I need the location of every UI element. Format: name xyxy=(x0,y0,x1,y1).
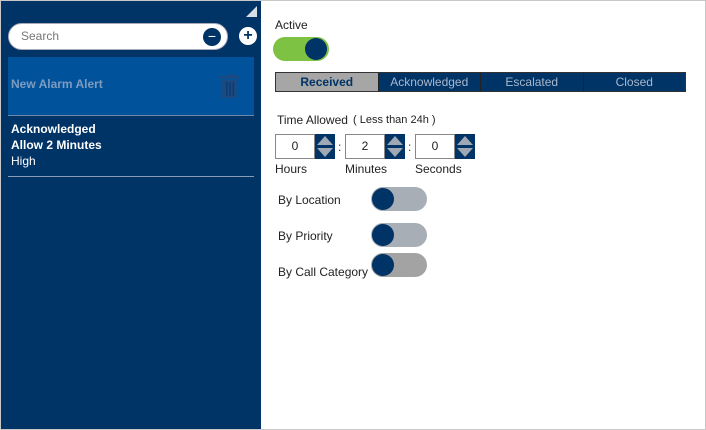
alarm-details: Acknowledged Allow 2 Minutes High xyxy=(11,121,102,169)
alarm-list-item[interactable]: New Alarm Alert xyxy=(8,57,254,116)
minutes-input[interactable]: 2 xyxy=(345,134,385,159)
seconds-input[interactable]: 0 xyxy=(415,134,455,159)
tab-acknowledged[interactable]: Acknowledged xyxy=(377,73,480,91)
remove-icon[interactable]: − xyxy=(203,28,221,46)
by-call-category-label: By Call Category xyxy=(278,265,369,279)
colon: : xyxy=(408,140,412,154)
active-label: Active xyxy=(275,18,308,32)
alarm-title: New Alarm Alert xyxy=(11,77,103,91)
hours-spinner[interactable] xyxy=(315,134,335,159)
up-arrow-icon[interactable] xyxy=(317,136,333,145)
alarm-priority: High xyxy=(11,154,36,168)
by-priority-toggle[interactable] xyxy=(371,223,427,247)
seconds-spinner[interactable] xyxy=(455,134,475,159)
colon: : xyxy=(338,140,342,154)
sidebar: − + New Alarm Alert Acknowledged Allow 2… xyxy=(1,1,261,429)
by-location-toggle[interactable] xyxy=(371,187,427,211)
add-icon[interactable]: + xyxy=(239,27,257,45)
minutes-spinner[interactable] xyxy=(385,134,405,159)
trash-icon[interactable] xyxy=(220,74,240,98)
tab-bar: Received Acknowledged Escalated Closed xyxy=(275,72,686,92)
tab-received[interactable]: Received xyxy=(276,73,378,91)
by-call-category-toggle[interactable] xyxy=(371,253,427,277)
search-box: − xyxy=(8,23,228,50)
time-allowed-label: Time Allowed xyxy=(277,113,348,127)
tab-escalated[interactable]: Escalated xyxy=(480,73,583,91)
down-arrow-icon[interactable] xyxy=(457,148,473,157)
minutes-label: Minutes xyxy=(345,162,388,176)
by-priority-label: By Priority xyxy=(278,229,333,243)
tab-closed[interactable]: Closed xyxy=(582,73,685,91)
resize-corner-icon[interactable] xyxy=(246,6,257,17)
down-arrow-icon[interactable] xyxy=(317,148,333,157)
down-arrow-icon[interactable] xyxy=(387,148,403,157)
up-arrow-icon[interactable] xyxy=(387,136,403,145)
hours-input[interactable]: 0 xyxy=(275,134,315,159)
active-toggle[interactable] xyxy=(273,37,329,61)
search-input[interactable] xyxy=(21,29,201,43)
alarm-status: Acknowledged xyxy=(11,122,96,136)
by-location-label: By Location xyxy=(278,193,341,207)
divider xyxy=(8,176,254,177)
seconds-label: Seconds xyxy=(415,162,462,176)
alarm-allow: Allow 2 Minutes xyxy=(11,138,102,152)
time-allowed-note: ( Less than 24h ) xyxy=(353,114,436,126)
hours-label: Hours xyxy=(275,162,308,176)
up-arrow-icon[interactable] xyxy=(457,136,473,145)
